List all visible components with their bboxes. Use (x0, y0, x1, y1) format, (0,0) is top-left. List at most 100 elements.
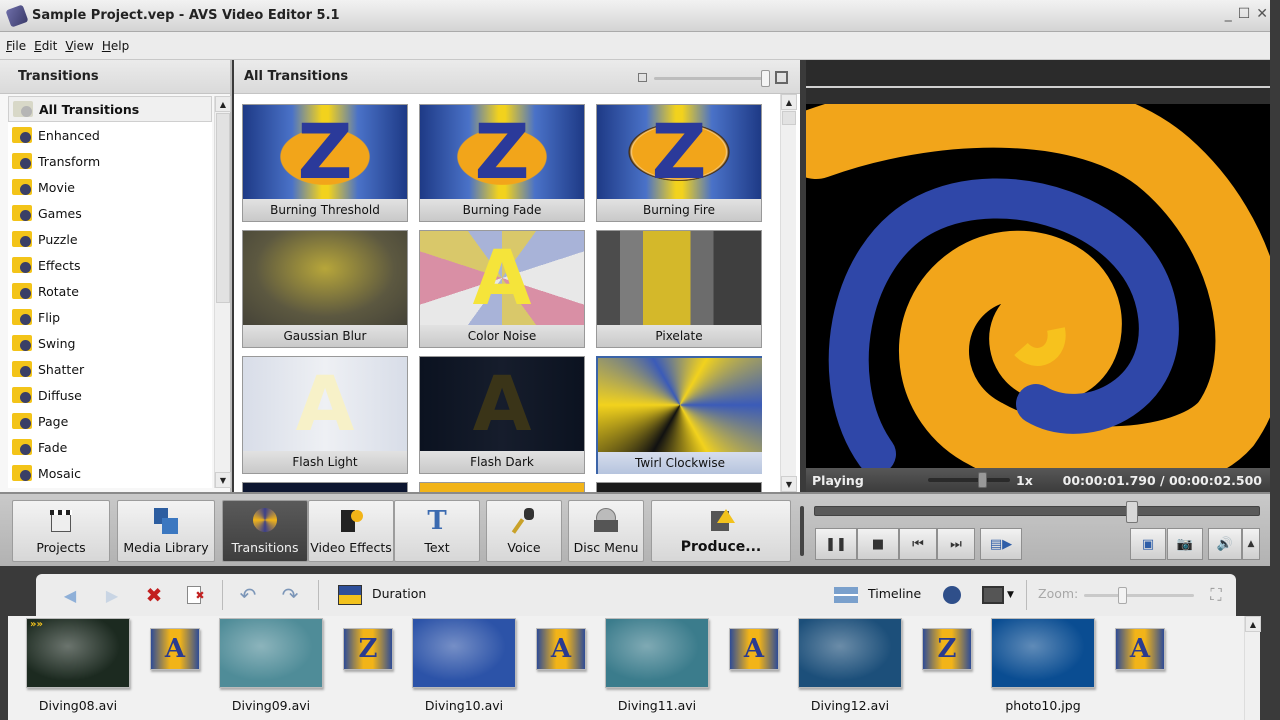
category-item[interactable]: Rotate (8, 278, 212, 304)
maximize-button[interactable]: ☐ (1238, 6, 1251, 22)
storyboard-scrollbar[interactable]: ▲ (1244, 616, 1261, 720)
category-item[interactable]: All Transitions (8, 96, 212, 122)
transition-tile[interactable]: Z Burning Fade (419, 104, 585, 222)
fullscreen-button[interactable]: ▣ (1130, 528, 1166, 560)
transition-tile[interactable]: A Flash Light (242, 356, 408, 474)
close-button[interactable]: ✕ (1256, 6, 1268, 22)
move-right-icon[interactable]: ▶ (100, 584, 124, 606)
pause-button[interactable]: ❚❚ (815, 528, 857, 560)
speed-slider-thumb[interactable] (978, 472, 987, 488)
previous-button[interactable]: ⏮ (899, 528, 937, 560)
undo-icon[interactable]: ↶ (236, 583, 260, 607)
thumbnail-size-slider[interactable] (638, 70, 788, 87)
storyboard-clip[interactable]: »» (26, 618, 130, 688)
seek-bar[interactable] (814, 501, 1260, 523)
category-scrollbar[interactable]: ▲ ▼ (214, 96, 231, 488)
delete-icon[interactable]: ✖ (142, 583, 166, 607)
category-item[interactable]: Games (8, 200, 212, 226)
storyboard-clip[interactable] (798, 618, 902, 688)
transition-tile[interactable]: Pixelate (596, 230, 762, 348)
large-thumbnails-icon[interactable] (775, 71, 788, 84)
scroll-down-button[interactable]: ▼ (215, 472, 231, 488)
transition-tile[interactable]: Twirl Clockwise (596, 356, 762, 474)
move-left-icon[interactable]: ◀ (58, 584, 82, 606)
monitor-dropdown-icon[interactable]: ▼ (978, 584, 1018, 606)
volume-button[interactable]: 🔊 (1208, 528, 1242, 560)
transition-tile[interactable]: Gaussian Blur (242, 230, 408, 348)
category-item[interactable]: Enhanced (8, 122, 212, 148)
produce-button[interactable]: Produce... (651, 500, 791, 562)
transition-tile[interactable]: Z Burning Threshold (242, 104, 408, 222)
transition-tile[interactable] (242, 482, 408, 492)
minimize-button[interactable]: _ (1225, 6, 1232, 22)
fit-to-window-icon[interactable]: ⛶ (1204, 584, 1228, 606)
expand-button[interactable]: ▲ (1242, 528, 1260, 560)
storyboard-clip[interactable] (605, 618, 709, 688)
category-item[interactable]: Puzzle (8, 226, 212, 252)
timeline-button[interactable]: Timeline (868, 586, 921, 601)
transitions-button[interactable]: Transitions (222, 500, 308, 562)
scroll-thumb[interactable] (782, 111, 796, 125)
transition-tile[interactable] (596, 482, 762, 492)
video-effects-button[interactable]: Video Effects (308, 500, 394, 562)
storyboard-transition[interactable]: A (536, 628, 586, 670)
category-item[interactable]: Effects (8, 252, 212, 278)
split-video-button[interactable]: ▤▶ (980, 528, 1022, 560)
voice-button[interactable]: Voice (486, 500, 562, 562)
slider-thumb[interactable] (761, 70, 770, 87)
storyboard-transition[interactable]: A (729, 628, 779, 670)
duration-button[interactable]: Duration (372, 586, 426, 601)
transition-label: Flash Dark (420, 451, 584, 473)
storyboard-transition[interactable]: A (1115, 628, 1165, 670)
small-thumbnails-icon[interactable] (638, 73, 647, 82)
storyboard-transition[interactable]: A (150, 628, 200, 670)
projects-button[interactable]: Projects (12, 500, 110, 562)
video-preview[interactable] (806, 104, 1270, 470)
scroll-up-button[interactable]: ▲ (1245, 616, 1261, 632)
zoom-slider-thumb[interactable] (1118, 587, 1127, 604)
redo-icon[interactable]: ↷ (278, 583, 302, 607)
disc-menu-button[interactable]: Disc Menu (568, 500, 644, 562)
total-time: 00:00:02.500 (1168, 472, 1262, 488)
menu-help[interactable]: Help (102, 39, 129, 53)
seek-thumb[interactable] (1125, 501, 1138, 523)
next-button[interactable]: ⏭ (937, 528, 975, 560)
scroll-down-button[interactable]: ▼ (781, 476, 797, 492)
zoom-slider[interactable] (1084, 587, 1194, 604)
gallery-scrollbar[interactable]: ▲ ▼ (780, 94, 797, 492)
menu-view[interactable]: View (65, 39, 93, 53)
transition-tile[interactable]: A Color Noise (419, 230, 585, 348)
storyboard-clip[interactable] (412, 618, 516, 688)
scroll-thumb[interactable] (216, 113, 230, 303)
category-item[interactable]: Mosaic (8, 460, 212, 486)
snapshot-button[interactable]: 📷 (1167, 528, 1203, 560)
category-item[interactable]: Swing (8, 330, 212, 356)
menu-file[interactable]: File (6, 39, 26, 53)
narration-icon[interactable] (940, 584, 964, 606)
media-library-button[interactable]: Media Library (117, 500, 215, 562)
timeline-icon[interactable] (834, 584, 858, 606)
storyboard-clip[interactable] (219, 618, 323, 688)
text-button[interactable]: T Text (394, 500, 480, 562)
category-item[interactable]: Shatter (8, 356, 212, 382)
scroll-up-button[interactable]: ▲ (781, 94, 797, 110)
category-item[interactable]: Fade (8, 434, 212, 460)
transition-tile[interactable]: Z Burning Fire (596, 104, 762, 222)
storyboard-clip[interactable] (991, 618, 1095, 688)
category-item[interactable]: Transform (8, 148, 212, 174)
clip-label: Diving11.avi (617, 698, 697, 713)
menu-edit[interactable]: Edit (34, 39, 57, 53)
category-item[interactable]: Movie (8, 174, 212, 200)
stop-button[interactable]: ■ (857, 528, 899, 560)
playback-speed-slider[interactable] (928, 472, 1010, 488)
storyboard-transition[interactable]: Z (343, 628, 393, 670)
duration-icon[interactable] (338, 584, 362, 606)
transition-tile[interactable] (419, 482, 585, 492)
delete-all-icon[interactable]: ✖ (184, 584, 208, 606)
scroll-up-button[interactable]: ▲ (215, 96, 231, 112)
category-item[interactable]: Page (8, 408, 212, 434)
transition-tile[interactable]: A Flash Dark (419, 356, 585, 474)
category-item[interactable]: Diffuse (8, 382, 212, 408)
category-item[interactable]: Flip (8, 304, 212, 330)
storyboard-transition[interactable]: Z (922, 628, 972, 670)
